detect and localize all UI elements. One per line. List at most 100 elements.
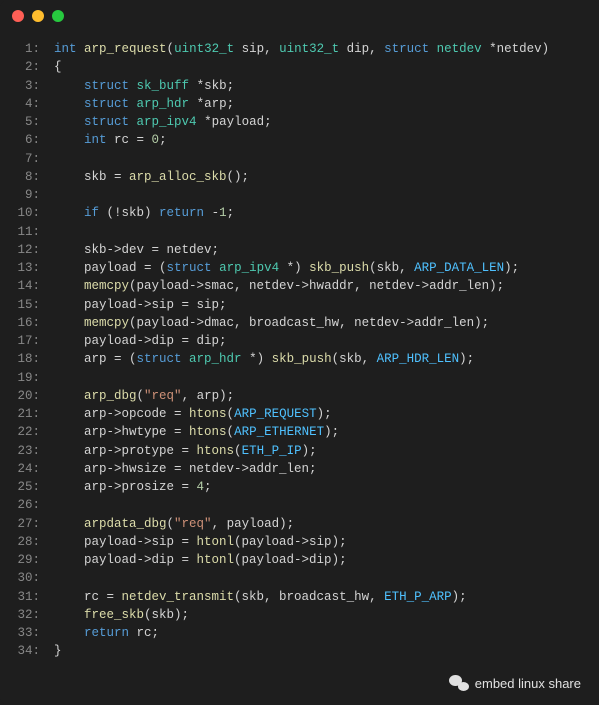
line-content: struct arp_hdr *arp; xyxy=(54,95,234,113)
code-line: 3: struct sk_buff *skb; xyxy=(12,77,587,95)
line-number: 7: xyxy=(12,150,40,168)
line-content: free_skb(skb); xyxy=(54,606,189,624)
line-number: 27: xyxy=(12,515,40,533)
line-number: 30: xyxy=(12,569,40,587)
code-line: 32: free_skb(skb); xyxy=(12,606,587,624)
titlebar xyxy=(0,0,599,32)
line-number: 15: xyxy=(12,296,40,314)
line-content: payload->sip = sip; xyxy=(54,296,227,314)
line-content: skb = arp_alloc_skb(); xyxy=(54,168,249,186)
code-line: 27: arpdata_dbg("req", payload); xyxy=(12,515,587,533)
line-number: 33: xyxy=(12,624,40,642)
code-line: 14: memcpy(payload->smac, netdev->hwaddr… xyxy=(12,277,587,295)
line-content: { xyxy=(54,58,62,76)
line-number: 19: xyxy=(12,369,40,387)
line-number: 20: xyxy=(12,387,40,405)
line-content: arpdata_dbg("req", payload); xyxy=(54,515,294,533)
line-number: 28: xyxy=(12,533,40,551)
line-number: 1: xyxy=(12,40,40,58)
line-number: 26: xyxy=(12,496,40,514)
code-line: 2: { xyxy=(12,58,587,76)
code-line: 25: arp->prosize = 4; xyxy=(12,478,587,496)
line-number: 8: xyxy=(12,168,40,186)
line-content: struct arp_ipv4 *payload; xyxy=(54,113,272,131)
line-number: 18: xyxy=(12,350,40,368)
line-content: arp_dbg("req", arp); xyxy=(54,387,234,405)
code-line: 12: skb->dev = netdev; xyxy=(12,241,587,259)
line-number: 11: xyxy=(12,223,40,241)
code-line: 19: xyxy=(12,369,587,387)
watermark: embed linux share xyxy=(449,675,581,691)
line-number: 6: xyxy=(12,131,40,149)
code-line: 9: xyxy=(12,186,587,204)
line-number: 3: xyxy=(12,77,40,95)
code-line: 24: arp->hwsize = netdev->addr_len; xyxy=(12,460,587,478)
line-number: 16: xyxy=(12,314,40,332)
code-window: 1: int arp_request(uint32_t sip, uint32_t… xyxy=(0,0,599,705)
wechat-icon xyxy=(449,675,469,691)
code-line: 30: xyxy=(12,569,587,587)
line-number: 13: xyxy=(12,259,40,277)
code-line: 6: int rc = 0; xyxy=(12,131,587,149)
code-line: 17: payload->dip = dip; xyxy=(12,332,587,350)
line-content: payload->dip = htonl(payload->dip); xyxy=(54,551,347,569)
code-line: 29: payload->dip = htonl(payload->dip); xyxy=(12,551,587,569)
line-content: payload->sip = htonl(payload->sip); xyxy=(54,533,347,551)
line-content: arp->hwsize = netdev->addr_len; xyxy=(54,460,317,478)
line-content: int rc = 0; xyxy=(54,131,167,149)
line-number: 22: xyxy=(12,423,40,441)
line-number: 32: xyxy=(12,606,40,624)
line-number: 21: xyxy=(12,405,40,423)
line-content: rc = netdev_transmit(skb, broadcast_hw, … xyxy=(54,588,467,606)
line-content: return rc; xyxy=(54,624,159,642)
line-content: arp->opcode = htons(ARP_REQUEST); xyxy=(54,405,332,423)
code-line: 4: struct arp_hdr *arp; xyxy=(12,95,587,113)
code-line: 11: xyxy=(12,223,587,241)
line-content: payload = (struct arp_ipv4 *) skb_push(s… xyxy=(54,259,519,277)
line-content: } xyxy=(54,642,62,660)
minimize-icon[interactable] xyxy=(32,10,44,22)
code-line: 15: payload->sip = sip; xyxy=(12,296,587,314)
code-line: 31: rc = netdev_transmit(skb, broadcast_… xyxy=(12,588,587,606)
code-line: 21: arp->opcode = htons(ARP_REQUEST); xyxy=(12,405,587,423)
code-line: 16: memcpy(payload->dmac, broadcast_hw, … xyxy=(12,314,587,332)
line-number: 14: xyxy=(12,277,40,295)
zoom-icon[interactable] xyxy=(52,10,64,22)
close-icon[interactable] xyxy=(12,10,24,22)
line-number: 24: xyxy=(12,460,40,478)
line-content: arp->hwtype = htons(ARP_ETHERNET); xyxy=(54,423,339,441)
code-line: 33: return rc; xyxy=(12,624,587,642)
code-line: 22: arp->hwtype = htons(ARP_ETHERNET); xyxy=(12,423,587,441)
code-line: 5: struct arp_ipv4 *payload; xyxy=(12,113,587,131)
code-line: 26: xyxy=(12,496,587,514)
line-number: 31: xyxy=(12,588,40,606)
line-content: memcpy(payload->smac, netdev->hwaddr, ne… xyxy=(54,277,504,295)
watermark-text: embed linux share xyxy=(475,676,581,691)
code-line: 34:} xyxy=(12,642,587,660)
line-content: int arp_request(uint32_t sip, uint32_t d… xyxy=(54,40,549,58)
line-number: 2: xyxy=(12,58,40,76)
line-content: skb->dev = netdev; xyxy=(54,241,219,259)
line-content: payload->dip = dip; xyxy=(54,332,227,350)
line-number: 25: xyxy=(12,478,40,496)
line-content: arp = (struct arp_hdr *) skb_push(skb, A… xyxy=(54,350,474,368)
code-line: 1: int arp_request(uint32_t sip, uint32_t… xyxy=(12,40,587,58)
code-line: 13: payload = (struct arp_ipv4 *) skb_pu… xyxy=(12,259,587,277)
code-line: 28: payload->sip = htonl(payload->sip); xyxy=(12,533,587,551)
code-line: 20: arp_dbg("req", arp); xyxy=(12,387,587,405)
line-number: 34: xyxy=(12,642,40,660)
code-line: 8: skb = arp_alloc_skb(); xyxy=(12,168,587,186)
line-number: 29: xyxy=(12,551,40,569)
line-number: 10: xyxy=(12,204,40,222)
line-content: struct sk_buff *skb; xyxy=(54,77,234,95)
line-number: 23: xyxy=(12,442,40,460)
line-number: 4: xyxy=(12,95,40,113)
line-number: 12: xyxy=(12,241,40,259)
code-area: 1: int arp_request(uint32_t sip, uint32_t… xyxy=(0,32,599,673)
line-content: arp->prosize = 4; xyxy=(54,478,212,496)
line-number: 5: xyxy=(12,113,40,131)
code-line: 23: arp->protype = htons(ETH_P_IP); xyxy=(12,442,587,460)
line-number: 9: xyxy=(12,186,40,204)
line-content: arp->protype = htons(ETH_P_IP); xyxy=(54,442,317,460)
line-content: if (!skb) return -1; xyxy=(54,204,234,222)
